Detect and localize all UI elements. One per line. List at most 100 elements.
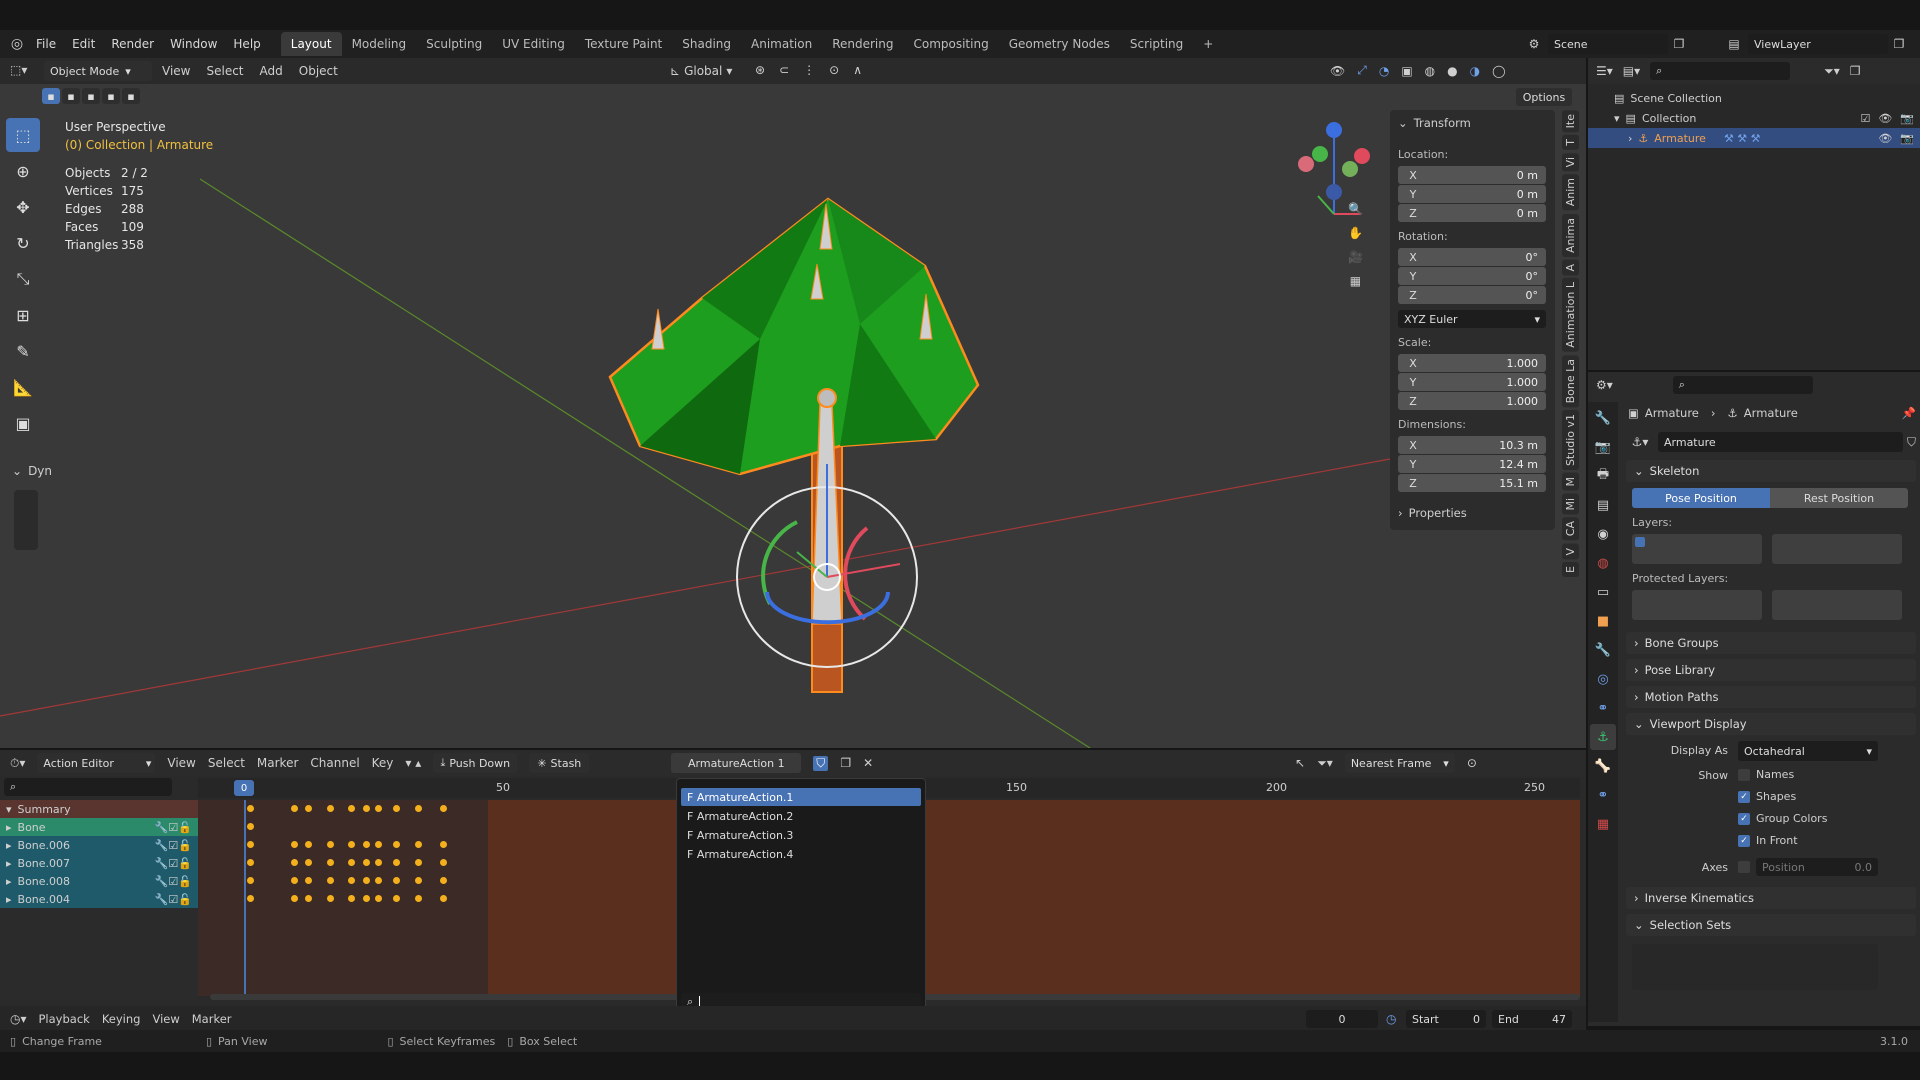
select-intersect-icon[interactable]: ▪ (122, 88, 140, 104)
tab-mi[interactable]: Mi (1562, 493, 1579, 515)
camera-icon[interactable]: 📷 (1900, 132, 1914, 145)
transform-icon[interactable]: ⊞ (6, 298, 40, 332)
bone-tab-icon[interactable]: 🦴 (1590, 753, 1616, 779)
outliner-search[interactable]: ⌕ (1650, 62, 1791, 80)
options-dropdown[interactable]: Options (1516, 88, 1572, 106)
dimensions-z-field[interactable]: Z 15.1 m (1398, 474, 1546, 492)
filter-icon[interactable]: ⏷▾ (1824, 64, 1840, 79)
editor-type-icon[interactable]: ⬚▾ (10, 63, 27, 77)
new-collection-icon[interactable]: ❐ (1850, 64, 1861, 78)
falloff-icon[interactable]: ∧ (853, 63, 862, 77)
transform-header[interactable]: ⌄ Transform (1398, 116, 1471, 130)
channel-bone-007[interactable]: ▸ Bone.007 🔧☑🔓 (0, 854, 198, 872)
annotate-icon[interactable]: ✎ (6, 334, 40, 368)
keyframe[interactable] (440, 895, 447, 902)
keyframe[interactable] (327, 859, 334, 866)
menu-view[interactable]: View (167, 756, 195, 770)
tab-animation-l[interactable]: Animation L (1562, 278, 1579, 352)
keyframe[interactable] (375, 859, 382, 866)
orientation-dropdown[interactable]: ⊾ Global ▾ (670, 61, 732, 81)
action-item[interactable]: F ArmatureAction.3 (681, 826, 921, 844)
keyframe[interactable] (393, 841, 400, 848)
channel-bone-008[interactable]: ▸ Bone.008 🔧☑🔓 (0, 872, 198, 890)
bone-groups-header[interactable]: › Bone Groups (1626, 632, 1916, 654)
cursor-icon[interactable]: ⊕ (6, 154, 40, 188)
output-tab-icon[interactable]: 🖶 (1590, 463, 1616, 489)
keyframe[interactable] (375, 841, 382, 848)
pan-hand-icon[interactable]: ✋ (1348, 226, 1363, 240)
keyframe[interactable] (348, 877, 355, 884)
menu-keying[interactable]: Keying (102, 1012, 141, 1026)
location-x-field[interactable]: X0 m (1398, 166, 1546, 184)
action-item[interactable]: F ArmatureAction.4 (681, 845, 921, 863)
tab-shading[interactable]: Shading (672, 32, 741, 56)
menu-add[interactable]: Add (260, 64, 283, 78)
keyframe[interactable] (348, 895, 355, 902)
keyframe[interactable] (305, 895, 312, 902)
outliner-editor-icon[interactable]: ☰▾ (1596, 64, 1613, 78)
channel-summary[interactable]: ▾ Summary (0, 800, 198, 818)
rotate-icon[interactable]: ↻ (6, 226, 40, 260)
armature-data-icon[interactable]: ⚓▾ (1626, 435, 1654, 449)
menu-help[interactable]: Help (225, 37, 268, 51)
keyframe[interactable] (348, 841, 355, 848)
keyframe[interactable] (327, 895, 334, 902)
camera-icon[interactable]: 📷 (1900, 112, 1914, 125)
menu-edit[interactable]: Edit (64, 37, 103, 51)
tab-modeling[interactable]: Modeling (342, 32, 417, 56)
tab-compositing[interactable]: Compositing (903, 32, 998, 56)
group-colors-checkbox[interactable]: ✓ Group Colors (1738, 812, 1827, 825)
skeleton-panel-header[interactable]: ⌄ Skeleton (1626, 460, 1916, 482)
keyframe[interactable] (415, 859, 422, 866)
close-icon[interactable]: ✕ (863, 756, 873, 770)
navigation-gizmo[interactable] (1298, 122, 1370, 215)
menu-select[interactable]: Select (208, 756, 245, 770)
keyframe[interactable] (247, 805, 254, 812)
keyframe[interactable] (348, 805, 355, 812)
pose-position-button[interactable]: Pose Position (1632, 488, 1770, 508)
scene-field[interactable]: Scene (1548, 34, 1668, 54)
add-workspace-button[interactable]: + (1193, 32, 1223, 56)
eye-icon[interactable]: 👁 (1878, 112, 1892, 125)
tab-tool[interactable]: T (1562, 135, 1579, 151)
tab-e[interactable]: E (1562, 562, 1579, 578)
keyframe[interactable] (247, 895, 254, 902)
tab-bone-la[interactable]: Bone La (1562, 354, 1579, 408)
armature-row[interactable]: › ⚓ Armature ⚒ ⚒ ⚒ 👁 📷 (1588, 128, 1920, 148)
keyframe[interactable] (375, 895, 382, 902)
keyframe[interactable] (291, 841, 298, 848)
menu-select[interactable]: Select (206, 64, 243, 78)
data-name-field[interactable]: Armature (1658, 432, 1903, 452)
new-scene-icon[interactable]: ❐ (1668, 37, 1690, 51)
snap-icon[interactable]: ⊂ (779, 63, 789, 77)
layers-grid-right[interactable] (1772, 534, 1902, 564)
overlay-icon[interactable]: ◔ (1379, 64, 1389, 78)
scale-icon[interactable]: ⤡ (6, 262, 40, 296)
keyframe[interactable] (415, 877, 422, 884)
solid-shading-icon[interactable]: ● (1447, 64, 1457, 78)
keyframe[interactable] (305, 859, 312, 866)
keyframe[interactable] (440, 859, 447, 866)
channel-toggles-icon[interactable]: 🔧☑🔓 (155, 857, 192, 870)
grid-icon[interactable]: ▦ (1348, 274, 1363, 288)
current-frame-indicator[interactable]: 0 (234, 780, 254, 796)
preview-range-icon[interactable]: ◷ (1386, 1012, 1396, 1026)
channel-toggles-icon[interactable]: 🔧☑🔓 (155, 893, 192, 906)
menu-marker[interactable]: Marker (192, 1012, 232, 1026)
mode-dropdown[interactable]: Action Editor ▾ (37, 753, 156, 773)
start-frame-field[interactable]: Start 0 (1406, 1010, 1486, 1028)
keyframe[interactable] (375, 877, 382, 884)
tool-tab-icon[interactable]: 🔧 (1590, 405, 1616, 431)
menu-object[interactable]: Object (299, 64, 338, 78)
move-icon[interactable]: ✥ (6, 190, 40, 224)
select-box-icon[interactable]: ⬚ (6, 118, 40, 152)
camera-icon[interactable]: 🎥 (1348, 250, 1363, 264)
keyframe[interactable] (305, 841, 312, 848)
keyframe[interactable] (247, 841, 254, 848)
keyframe[interactable] (375, 805, 382, 812)
rest-position-button[interactable]: Rest Position (1770, 488, 1908, 508)
keyframe[interactable] (247, 877, 254, 884)
viewlayer-icon[interactable]: ▤ (1720, 37, 1748, 51)
gizmo-icon[interactable]: ⤢ (1357, 63, 1367, 78)
checkbox-icon[interactable]: ☑ (1860, 112, 1870, 125)
